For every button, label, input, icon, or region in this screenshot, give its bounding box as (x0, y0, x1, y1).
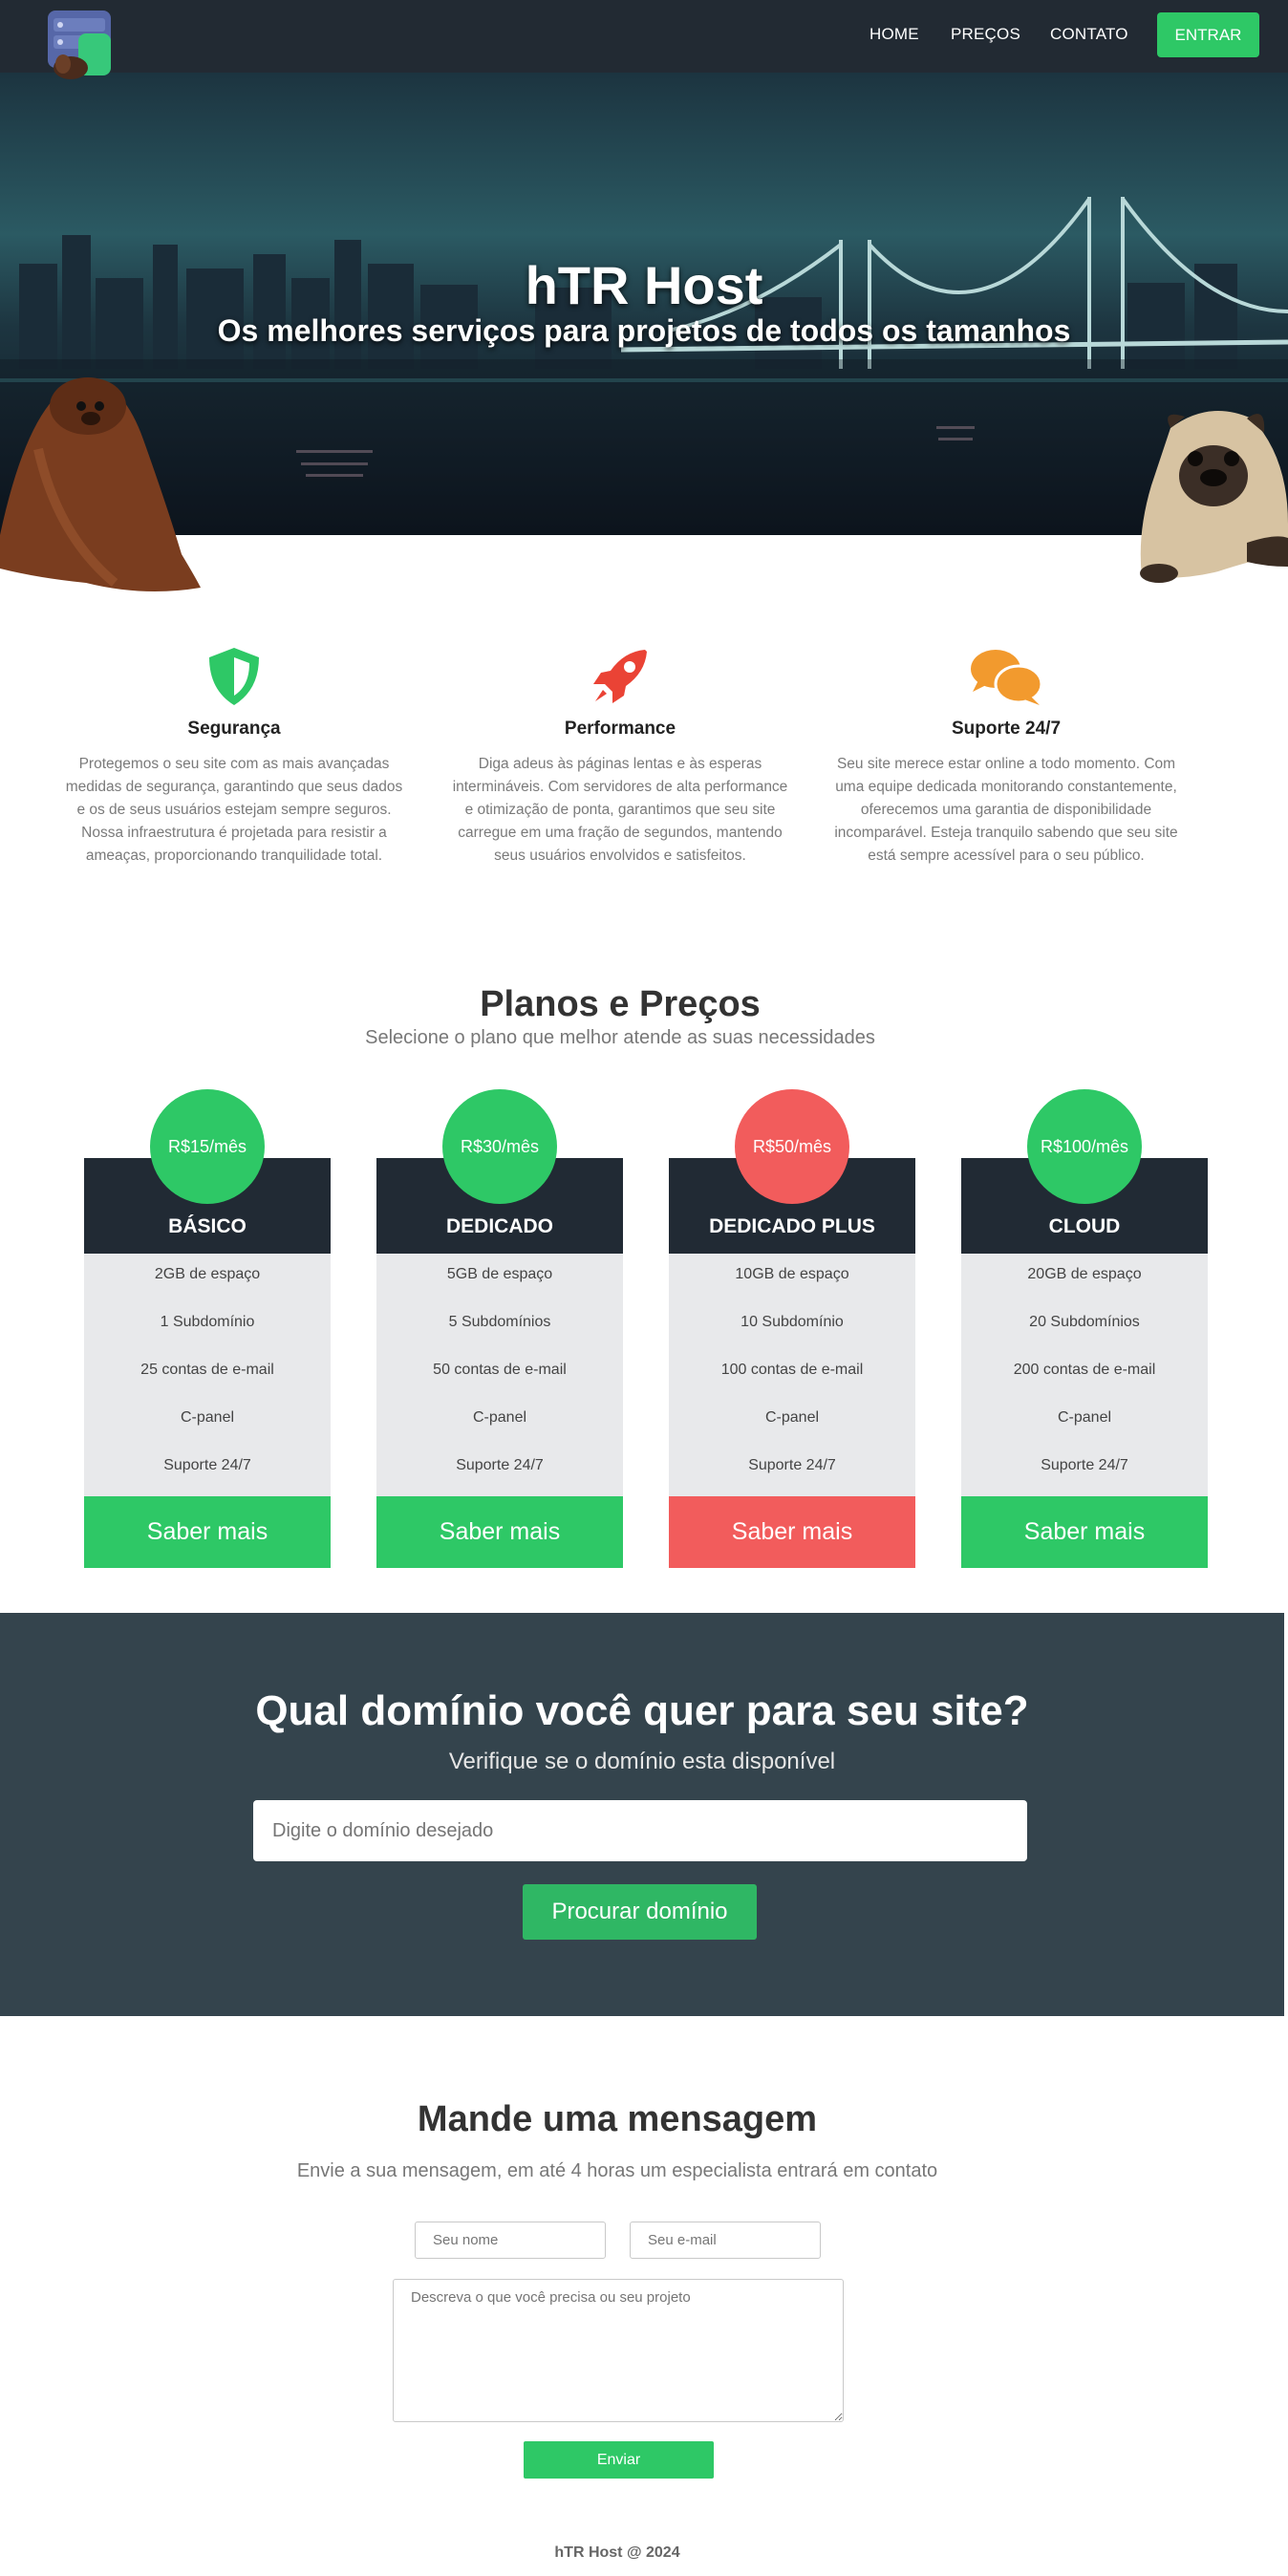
feature-suporte: Suporte 24/7 Seu site merece estar onlin… (834, 646, 1178, 868)
plan-name: DEDICADO PLUS (709, 1215, 875, 1237)
plan-price-badge: R$15/mês (150, 1089, 265, 1204)
plan-name: BÁSICO (168, 1215, 247, 1237)
saber-mais-button[interactable]: Saber mais (376, 1496, 623, 1568)
pekingese-dog-image (0, 377, 201, 591)
plan-feature: 10 Subdomínio (741, 1314, 844, 1330)
email-field[interactable] (630, 2222, 821, 2259)
nav-link-precos[interactable]: PREÇOS (951, 25, 1020, 44)
plan-card-dedicado-plus: R$50/mês DEDICADO PLUS 10GB de espaço 10… (669, 1089, 915, 1568)
plan-feature-list: 10GB de espaço 10 Subdomínio 100 contas … (669, 1254, 915, 1496)
feature-title: Suporte 24/7 (951, 719, 1062, 739)
plan-feature: C-panel (180, 1409, 235, 1426)
plan-feature-list: 2GB de espaço 1 Subdomínio 25 contas de … (84, 1254, 331, 1496)
plan-feature: Suporte 24/7 (163, 1457, 251, 1473)
plan-feature: 100 contas de e-mail (720, 1362, 864, 1378)
domain-search-section: Qual domínio você quer para seu site? Ve… (0, 1613, 1284, 2016)
plan-feature: 2GB de espaço (154, 1266, 261, 1282)
feature-text: Protegemos o seu site com as mais avança… (65, 756, 403, 864)
login-button[interactable]: ENTRAR (1157, 12, 1259, 57)
rocket-icon (593, 650, 647, 703)
chat-bubbles-icon (971, 650, 1043, 705)
plan-name: CLOUD (1048, 1215, 1121, 1237)
plan-name: DEDICADO (445, 1215, 553, 1237)
plan-feature: 25 contas de e-mail (140, 1362, 274, 1378)
plan-feature: Suporte 24/7 (456, 1457, 544, 1473)
feature-title: Segurança (187, 719, 281, 739)
send-button[interactable]: Enviar (524, 2441, 714, 2479)
plan-feature-list: 20GB de espaço 20 Subdomínios 200 contas… (961, 1254, 1208, 1496)
plan-card-basico: R$15/mês BÁSICO 2GB de espaço 1 Subdomín… (84, 1089, 331, 1568)
plan-price-badge: R$30/mês (442, 1089, 557, 1204)
message-field[interactable] (393, 2279, 844, 2422)
pug-dog-image (1140, 411, 1288, 583)
top-navbar: HOME PREÇOS CONTATO ENTRAR (0, 0, 1288, 79)
hero-subtitle: Os melhores serviços para projetos de to… (217, 313, 1071, 348)
feature-performance: Performance Diga adeus às páginas lentas… (448, 646, 792, 868)
footer-text: hTR Host @ 2024 (554, 2544, 680, 2561)
plan-feature: 1 Subdomínio (160, 1314, 255, 1330)
search-domain-button[interactable]: Procurar domínio (523, 1884, 757, 1940)
name-field[interactable] (415, 2222, 606, 2259)
feature-text: Seu site merece estar online a todo mome… (834, 756, 1178, 864)
plan-feature: Suporte 24/7 (748, 1457, 836, 1473)
shield-icon (209, 648, 259, 705)
plan-feature: 20 Subdomínios (1029, 1314, 1140, 1330)
saber-mais-button[interactable]: Saber mais (961, 1496, 1208, 1568)
plan-feature: C-panel (1057, 1409, 1112, 1426)
contact-subtitle: Envie a sua mensagem, em até 4 horas um … (296, 2160, 938, 2181)
contact-title: Mande uma mensagem (417, 2099, 818, 2139)
plan-header: R$100/mês CLOUD (961, 1089, 1208, 1254)
server-stack-logo-icon[interactable] (44, 9, 115, 83)
plan-feature: 5GB de espaço (446, 1266, 553, 1282)
plan-feature: 200 contas de e-mail (1013, 1362, 1156, 1378)
plan-feature: 20GB de espaço (1027, 1266, 1142, 1282)
feature-text: Diga adeus às páginas lentas e às espera… (452, 756, 788, 864)
domain-input[interactable] (253, 1800, 1027, 1861)
saber-mais-button[interactable]: Saber mais (84, 1496, 331, 1568)
plan-header: R$15/mês BÁSICO (84, 1089, 331, 1254)
plan-feature-list: 5GB de espaço 5 Subdomínios 50 contas de… (376, 1254, 623, 1496)
plan-feature: 50 contas de e-mail (433, 1362, 567, 1378)
plan-card-dedicado: R$30/mês DEDICADO 5GB de espaço 5 Subdom… (376, 1089, 623, 1568)
plans-subtitle: Selecione o plano que melhor atende as s… (365, 1027, 875, 1048)
feature-title: Performance (564, 719, 676, 739)
plan-feature: C-panel (472, 1409, 527, 1426)
saber-mais-button[interactable]: Saber mais (669, 1496, 915, 1568)
plan-feature: 5 Subdomínios (448, 1314, 551, 1330)
plan-price-badge: R$100/mês (1027, 1089, 1142, 1204)
plan-header: R$30/mês DEDICADO (376, 1089, 623, 1254)
plan-price-badge: R$50/mês (735, 1089, 849, 1204)
nav-link-home[interactable]: HOME (869, 25, 919, 44)
plan-card-cloud: R$100/mês CLOUD 20GB de espaço 20 Subdom… (961, 1089, 1208, 1568)
plan-feature: C-panel (764, 1409, 820, 1426)
plan-header: R$50/mês DEDICADO PLUS (669, 1089, 915, 1254)
hero-title: hTR Host (525, 255, 763, 315)
domain-title: Qual domínio você quer para seu site? (255, 1687, 1029, 1734)
domain-subtitle: Verifique se o domínio esta disponível (448, 1749, 836, 1774)
nav-link-contato[interactable]: CONTATO (1050, 25, 1128, 44)
plan-feature: Suporte 24/7 (1041, 1457, 1128, 1473)
plan-feature: 10GB de espaço (735, 1266, 849, 1282)
plans-title: Planos e Preços (480, 984, 761, 1024)
feature-seguranca: Segurança Protegemos o seu site com as m… (62, 646, 406, 868)
